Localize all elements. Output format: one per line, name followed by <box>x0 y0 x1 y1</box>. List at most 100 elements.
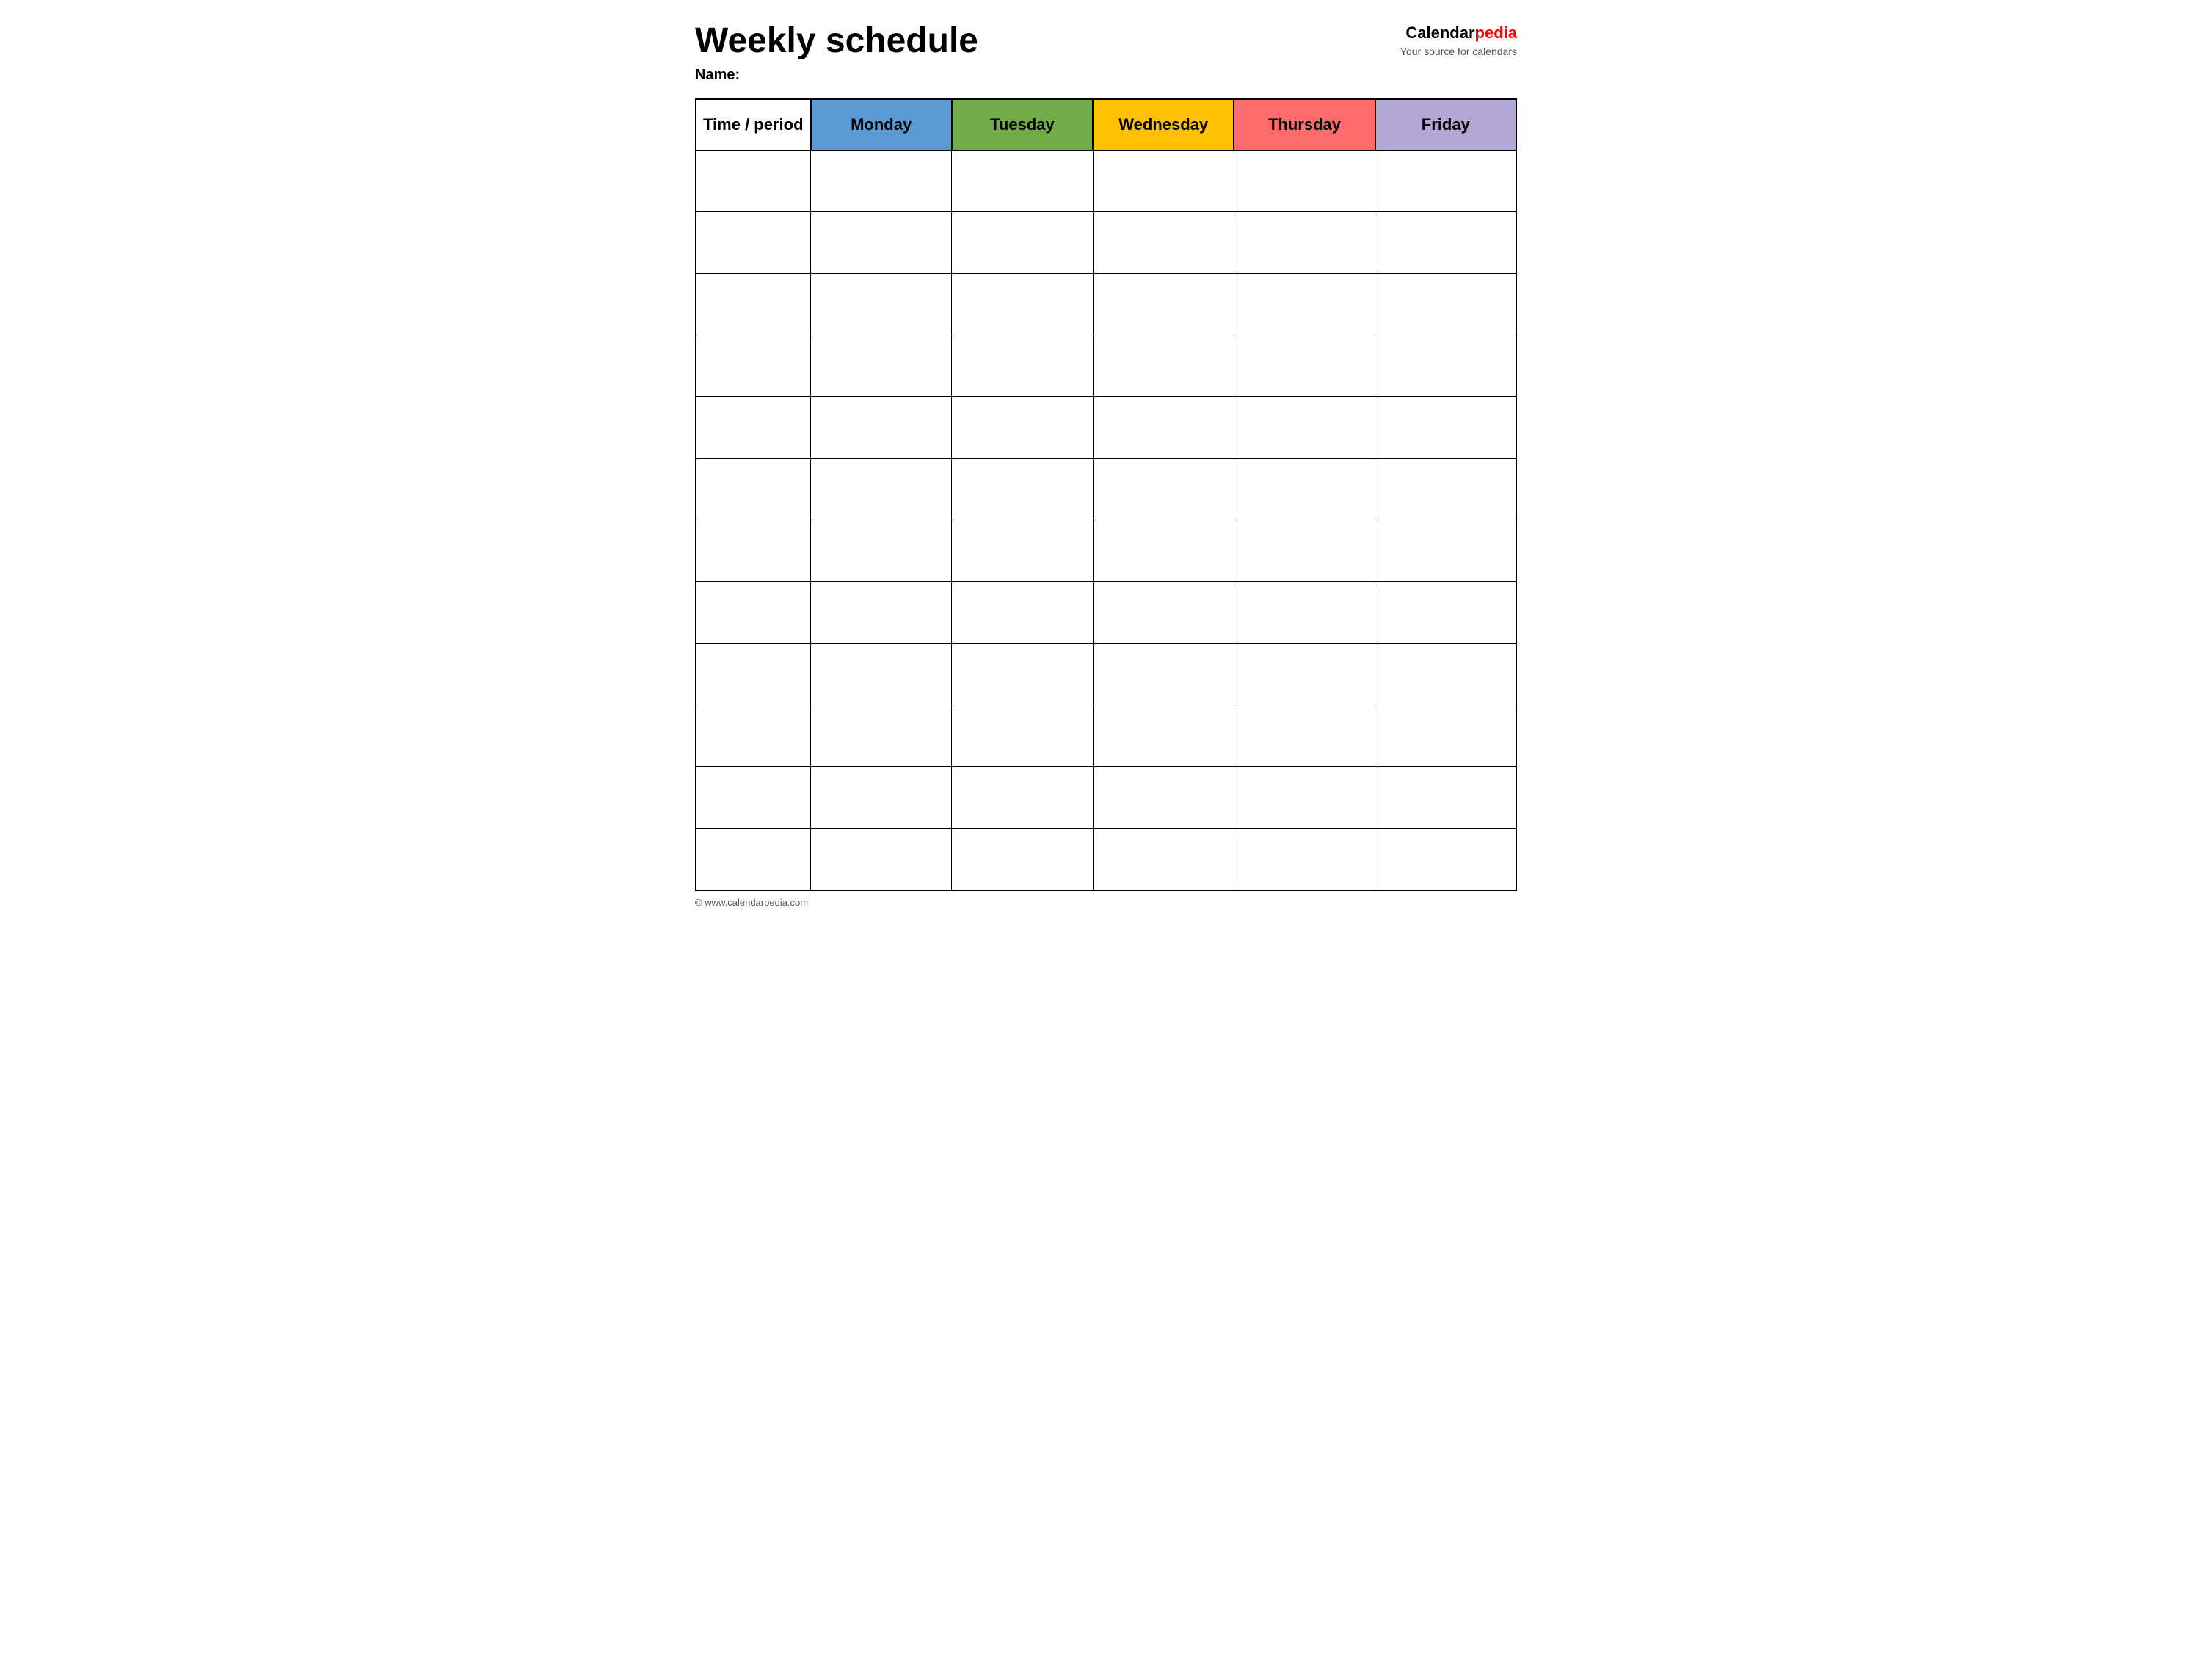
schedule-cell[interactable] <box>952 212 1093 274</box>
time-cell[interactable] <box>696 705 811 767</box>
schedule-cell[interactable] <box>952 459 1093 520</box>
schedule-cell[interactable] <box>1234 150 1375 212</box>
schedule-cell[interactable] <box>1093 335 1234 397</box>
time-cell[interactable] <box>696 459 811 520</box>
schedule-cell[interactable] <box>952 644 1093 705</box>
schedule-cell[interactable] <box>1234 829 1375 890</box>
schedule-cell[interactable] <box>952 520 1093 582</box>
schedule-cell[interactable] <box>1234 274 1375 335</box>
page-title: Weekly schedule <box>695 22 1400 61</box>
table-row <box>696 335 1516 397</box>
schedule-cell[interactable] <box>1375 459 1516 520</box>
schedule-cell[interactable] <box>811 397 952 459</box>
schedule-cell[interactable] <box>1375 274 1516 335</box>
schedule-cell[interactable] <box>1375 335 1516 397</box>
logo-text: Calendarpedia <box>1400 22 1517 45</box>
col-header-friday: Friday <box>1375 99 1516 150</box>
schedule-cell[interactable] <box>1234 212 1375 274</box>
schedule-cell[interactable] <box>1234 644 1375 705</box>
schedule-cell[interactable] <box>1375 212 1516 274</box>
schedule-cell[interactable] <box>1234 459 1375 520</box>
time-cell[interactable] <box>696 644 811 705</box>
schedule-cell[interactable] <box>952 335 1093 397</box>
schedule-cell[interactable] <box>1093 459 1234 520</box>
col-header-wednesday: Wednesday <box>1093 99 1234 150</box>
time-cell[interactable] <box>696 397 811 459</box>
time-cell[interactable] <box>696 150 811 212</box>
logo-red-text: pedia <box>1475 23 1517 42</box>
schedule-cell[interactable] <box>811 150 952 212</box>
table-header: Time / period Monday Tuesday Wednesday T… <box>696 99 1516 150</box>
schedule-cell[interactable] <box>811 644 952 705</box>
schedule-cell[interactable] <box>952 397 1093 459</box>
logo-block: Calendarpedia Your source for calendars <box>1400 22 1517 59</box>
schedule-cell[interactable] <box>952 582 1093 644</box>
time-cell[interactable] <box>696 274 811 335</box>
schedule-cell[interactable] <box>811 212 952 274</box>
time-cell[interactable] <box>696 520 811 582</box>
logo-black-text: Calendar <box>1405 23 1474 42</box>
schedule-cell[interactable] <box>1234 335 1375 397</box>
schedule-cell[interactable] <box>952 705 1093 767</box>
schedule-cell[interactable] <box>1093 582 1234 644</box>
schedule-cell[interactable] <box>1093 397 1234 459</box>
schedule-cell[interactable] <box>952 767 1093 829</box>
time-cell[interactable] <box>696 582 811 644</box>
schedule-cell[interactable] <box>811 767 952 829</box>
schedule-cell[interactable] <box>1375 520 1516 582</box>
schedule-cell[interactable] <box>811 520 952 582</box>
col-header-monday: Monday <box>811 99 952 150</box>
table-row <box>696 274 1516 335</box>
schedule-cell[interactable] <box>1234 767 1375 829</box>
schedule-cell[interactable] <box>952 274 1093 335</box>
schedule-cell[interactable] <box>1375 644 1516 705</box>
time-cell[interactable] <box>696 335 811 397</box>
header-row: Time / period Monday Tuesday Wednesday T… <box>696 99 1516 150</box>
schedule-cell[interactable] <box>811 582 952 644</box>
name-label: Name: <box>695 67 1400 84</box>
table-row <box>696 582 1516 644</box>
schedule-cell[interactable] <box>1093 644 1234 705</box>
schedule-cell[interactable] <box>1375 582 1516 644</box>
table-row <box>696 397 1516 459</box>
schedule-cell[interactable] <box>1093 274 1234 335</box>
schedule-cell[interactable] <box>952 829 1093 890</box>
schedule-cell[interactable] <box>1234 397 1375 459</box>
schedule-cell[interactable] <box>1375 829 1516 890</box>
schedule-cell[interactable] <box>1234 520 1375 582</box>
schedule-table: Time / period Monday Tuesday Wednesday T… <box>695 98 1517 891</box>
page-header: Weekly schedule Name: Calendarpedia Your… <box>695 22 1517 84</box>
table-row <box>696 644 1516 705</box>
schedule-cell[interactable] <box>1234 582 1375 644</box>
col-header-thursday: Thursday <box>1234 99 1375 150</box>
schedule-cell[interactable] <box>1234 705 1375 767</box>
table-row <box>696 212 1516 274</box>
table-row <box>696 459 1516 520</box>
schedule-cell[interactable] <box>811 459 952 520</box>
schedule-cell[interactable] <box>1093 705 1234 767</box>
col-header-tuesday: Tuesday <box>952 99 1093 150</box>
time-cell[interactable] <box>696 767 811 829</box>
schedule-cell[interactable] <box>1375 397 1516 459</box>
table-row <box>696 520 1516 582</box>
time-cell[interactable] <box>696 212 811 274</box>
schedule-cell[interactable] <box>1375 150 1516 212</box>
time-cell[interactable] <box>696 829 811 890</box>
schedule-cell[interactable] <box>1093 150 1234 212</box>
schedule-cell[interactable] <box>811 335 952 397</box>
schedule-cell[interactable] <box>1375 767 1516 829</box>
schedule-cell[interactable] <box>952 150 1093 212</box>
title-block: Weekly schedule Name: <box>695 22 1400 84</box>
schedule-cell[interactable] <box>1375 705 1516 767</box>
table-row <box>696 767 1516 829</box>
col-header-time: Time / period <box>696 99 811 150</box>
schedule-cell[interactable] <box>1093 520 1234 582</box>
table-body <box>696 150 1516 890</box>
schedule-cell[interactable] <box>811 705 952 767</box>
schedule-cell[interactable] <box>811 274 952 335</box>
logo-tagline: Your source for calendars <box>1400 45 1517 59</box>
schedule-cell[interactable] <box>1093 212 1234 274</box>
schedule-cell[interactable] <box>1093 829 1234 890</box>
schedule-cell[interactable] <box>811 829 952 890</box>
schedule-cell[interactable] <box>1093 767 1234 829</box>
